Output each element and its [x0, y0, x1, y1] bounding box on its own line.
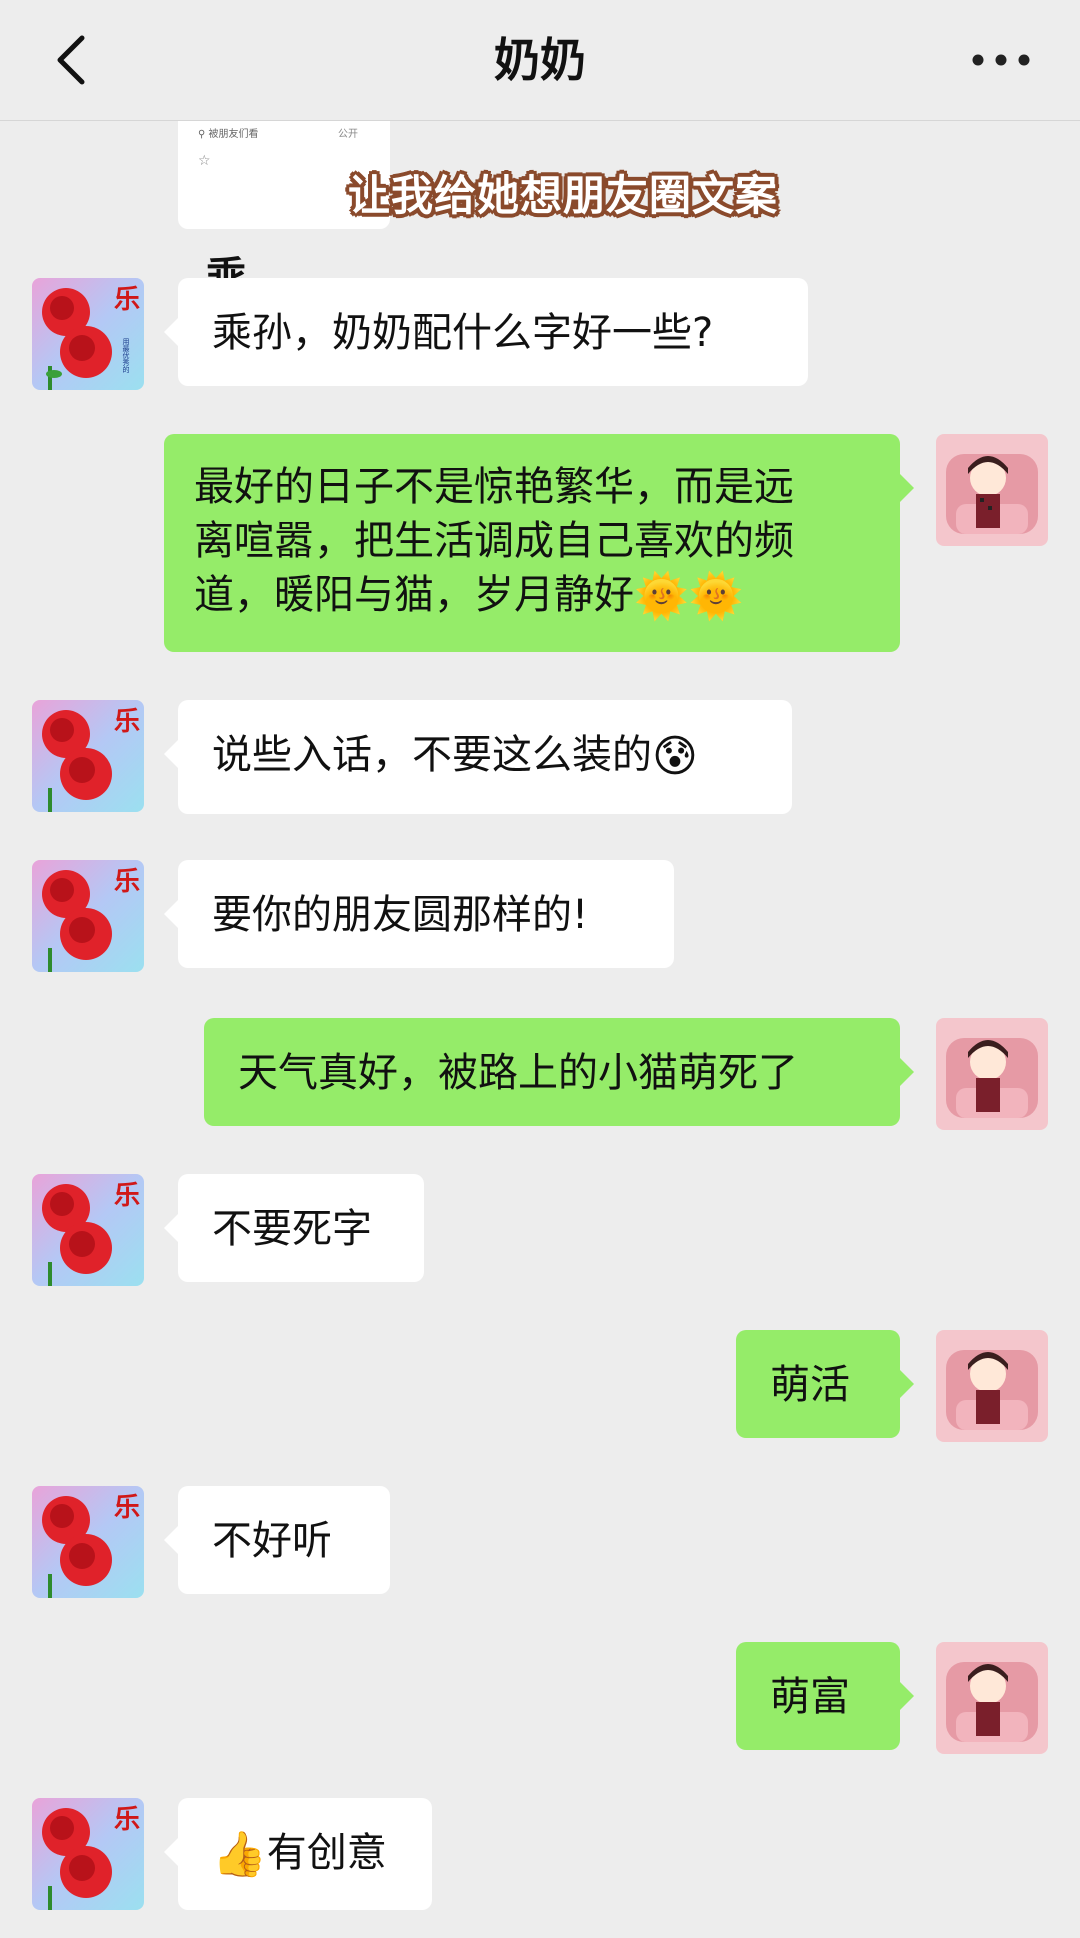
- card-public-label: 公开: [338, 129, 358, 140]
- rose-avatar-icon: 乐: [32, 700, 144, 812]
- message-bubble-outgoing[interactable]: 萌富: [736, 1642, 914, 1750]
- cartoon-girl-avatar-icon: [936, 1018, 1048, 1130]
- message-bubble-outgoing[interactable]: 萌活: [736, 1330, 914, 1438]
- rose-avatar-icon: 乐: [32, 1486, 144, 1598]
- message-bubble-incoming[interactable]: 要你的朋友圆那样的!: [164, 860, 674, 968]
- grandma-avatar[interactable]: 乐: [32, 1486, 144, 1598]
- card-visibility-label: ⚲ 被朋友们看: [198, 129, 259, 140]
- grandma-avatar[interactable]: 乐: [32, 700, 144, 812]
- grandma-avatar[interactable]: 乐: [32, 860, 144, 972]
- message-text: 要你的朋友圆那样的!: [212, 892, 589, 938]
- user-avatar[interactable]: [936, 1330, 1048, 1442]
- grandma-avatar[interactable]: 乐 用最优秀的: [32, 278, 144, 390]
- message-text: 天气真好，被路上的小猫萌死了: [238, 1050, 798, 1096]
- message-bubble-incoming[interactable]: 不好听: [164, 1486, 390, 1594]
- cartoon-girl-avatar-icon: [936, 434, 1048, 546]
- more-dots-icon: [972, 54, 1030, 66]
- message-text: 萌富: [770, 1674, 850, 1720]
- svg-text:乐: 乐: [114, 1181, 140, 1211]
- anxious-face-emoji-icon: 😰: [652, 731, 698, 782]
- message-text-line: 道，暖阳与猫，岁月静好🌞🌞: [194, 571, 744, 622]
- message-text-line: 离喧嚣，把生活调成自己喜欢的频: [194, 518, 794, 564]
- cartoon-girl-avatar-icon: [936, 1642, 1048, 1754]
- grandma-avatar[interactable]: 乐: [32, 1798, 144, 1910]
- message-text: 说些入话，不要这么装的: [212, 732, 652, 778]
- svg-text:乐: 乐: [114, 1805, 140, 1835]
- message-bubble-incoming[interactable]: 👍有创意: [164, 1798, 432, 1910]
- svg-text:乐: 乐: [114, 1493, 140, 1523]
- message-bubble-incoming[interactable]: 乘孙，奶奶配什么字好一些?: [164, 278, 808, 386]
- svg-text:乐: 乐: [114, 285, 140, 315]
- user-avatar[interactable]: [936, 1018, 1048, 1130]
- user-avatar[interactable]: [936, 1642, 1048, 1754]
- grandma-avatar[interactable]: 乐: [32, 1174, 144, 1286]
- rose-avatar-icon: 乐 用最优秀的: [32, 278, 144, 390]
- message-text: 乘孙，奶奶配什么字好一些?: [212, 310, 714, 356]
- message-text: 不要死字: [212, 1206, 372, 1252]
- svg-text:乐: 乐: [114, 707, 140, 737]
- message-text: 有创意: [266, 1830, 387, 1876]
- user-icon: ⚲: [198, 129, 209, 140]
- message-bubble-incoming[interactable]: 不要死字: [164, 1174, 424, 1282]
- message-text-line: 最好的日子不是惊艳繁华，而是远: [194, 464, 794, 510]
- caption-overlay: 让我给她想朋友圈文案: [348, 171, 779, 220]
- message-text: 不好听: [212, 1518, 332, 1564]
- message-bubble-outgoing[interactable]: 天气真好，被路上的小猫萌死了: [204, 1018, 914, 1126]
- more-options-button[interactable]: [966, 30, 1036, 90]
- chat-header: 奶奶: [0, 0, 1080, 121]
- page-title: 奶奶: [494, 33, 586, 87]
- rose-avatar-icon: 乐: [32, 1174, 144, 1286]
- rose-avatar-icon: 乐: [32, 1798, 144, 1910]
- star-icon: ☆: [198, 153, 211, 169]
- rose-avatar-icon: 乐: [32, 860, 144, 972]
- message-bubble-outgoing[interactable]: 最好的日子不是惊艳繁华，而是远 离喧嚣，把生活调成自己喜欢的频 道，暖阳与猫，岁…: [164, 434, 914, 652]
- user-avatar[interactable]: [936, 434, 1048, 546]
- cartoon-girl-avatar-icon: [936, 1330, 1048, 1442]
- sun-emoji-icon: 🌞🌞: [634, 571, 744, 622]
- svg-text:用最优秀的: 用最优秀的: [122, 338, 130, 374]
- thumbs-up-emoji-icon: 👍: [212, 1829, 267, 1880]
- svg-text:乐: 乐: [114, 867, 140, 897]
- message-bubble-incoming[interactable]: 说些入话，不要这么装的😰: [164, 700, 792, 814]
- message-text: 萌活: [770, 1362, 850, 1408]
